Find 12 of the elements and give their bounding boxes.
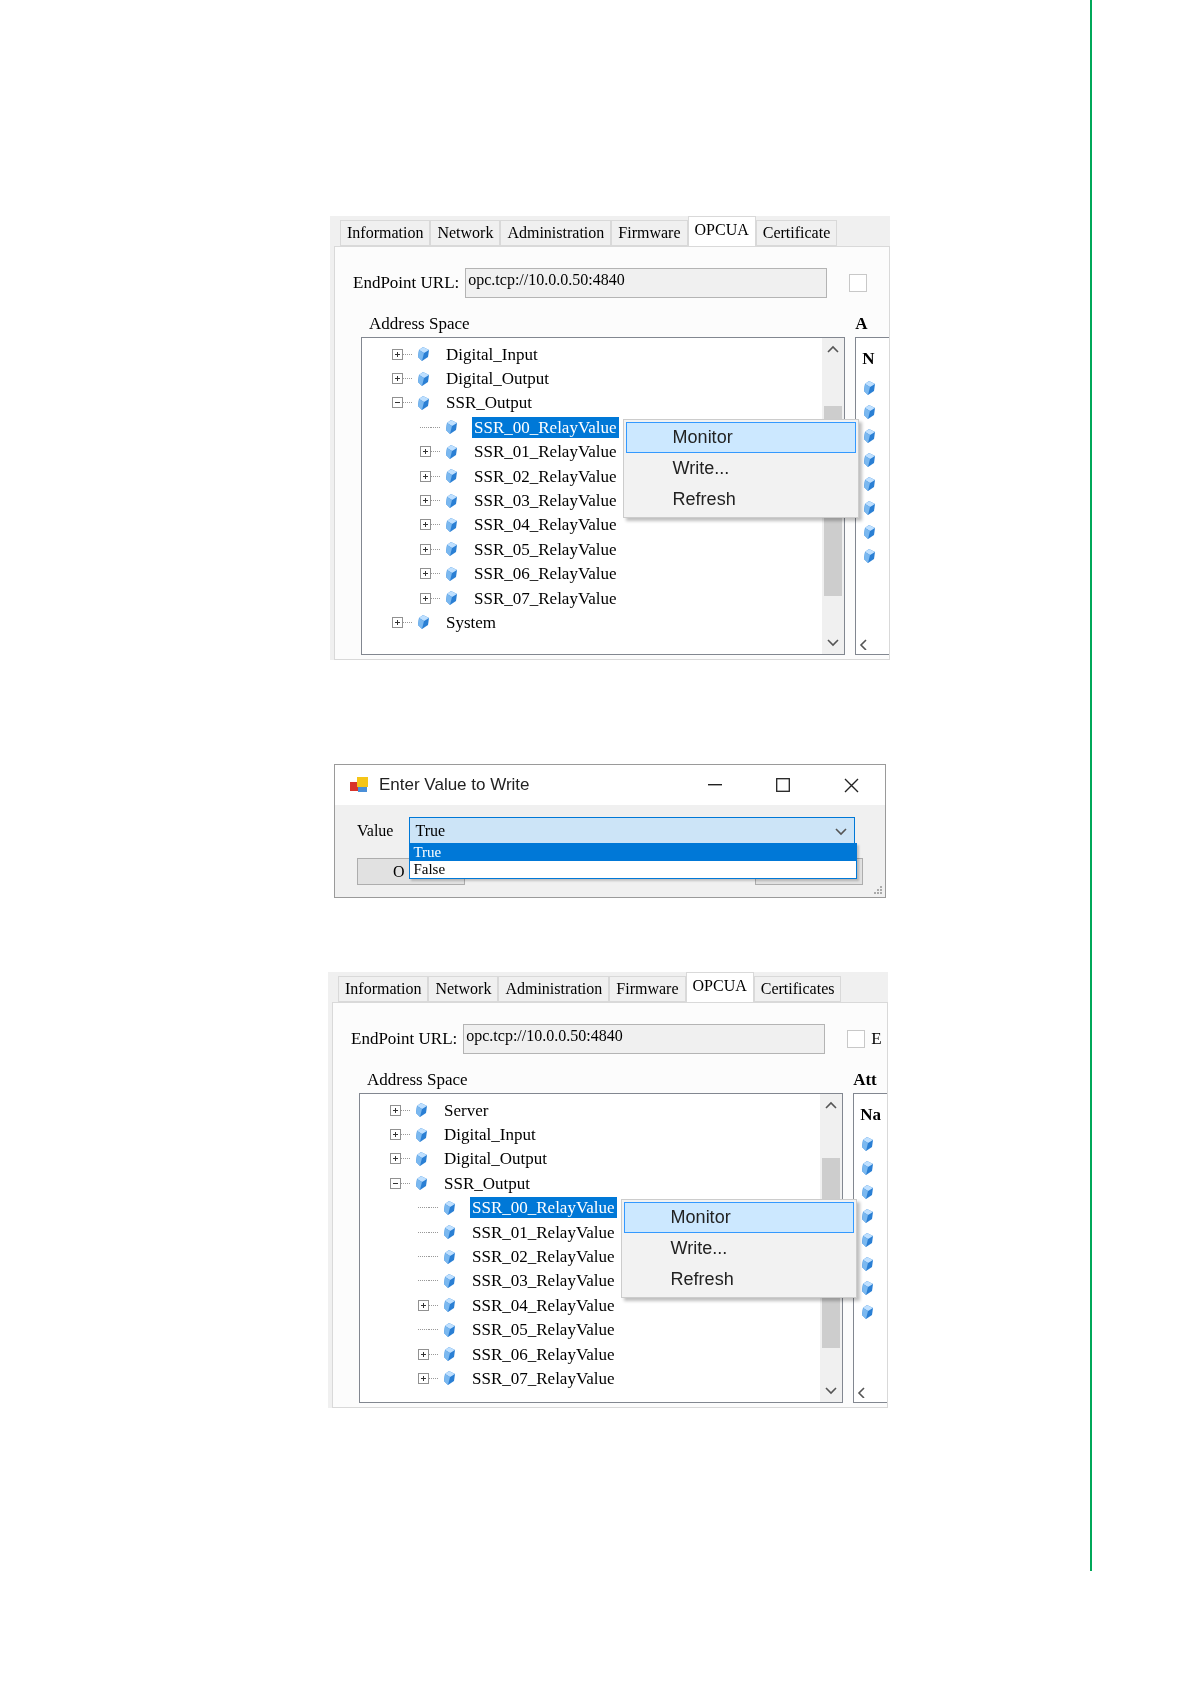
column-header: N (862, 348, 876, 370)
checkbox-label: E (871, 1028, 882, 1051)
column-header: Na (860, 1104, 882, 1126)
field-label: EndPoint URL: (351, 1028, 458, 1051)
group-title: Address Space (369, 313, 471, 335)
dropdown-value: True (415, 820, 446, 841)
window-title: Enter Value to Write (379, 774, 530, 797)
group-title: Att (853, 1069, 878, 1091)
field-label: EndPoint URL: (353, 272, 460, 295)
group-title: A (855, 313, 869, 335)
group-title: Address Space (367, 1069, 469, 1091)
field-label: Value (357, 821, 394, 841)
